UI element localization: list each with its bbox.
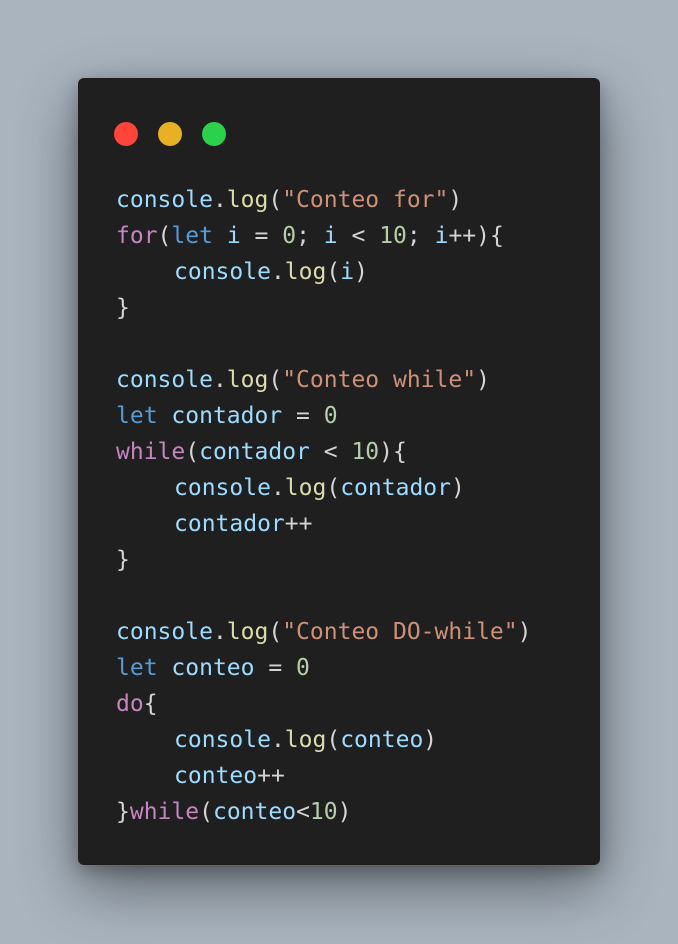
code-line-16: console.log(conteo) xyxy=(174,727,438,753)
code-line-7: let contador = 0 xyxy=(116,403,338,429)
code-line-2: for(let i = 0; i < 10; i++){ xyxy=(116,223,504,249)
code-line-18: }while(conteo<10) xyxy=(116,799,352,825)
zoom-dot-icon[interactable] xyxy=(202,122,226,146)
minimize-dot-icon[interactable] xyxy=(158,122,182,146)
code-line-14: let conteo = 0 xyxy=(116,655,310,681)
code-line-10: contador++ xyxy=(174,511,313,537)
code-window: console.log("Conteo for") for(let i = 0; … xyxy=(78,78,600,865)
code-line-6: console.log("Conteo while") xyxy=(116,367,490,393)
code-line-15: do{ xyxy=(116,691,158,717)
code-block: console.log("Conteo for") for(let i = 0; … xyxy=(116,182,531,830)
code-line-17: conteo++ xyxy=(174,763,285,789)
code-line-8: while(contador < 10){ xyxy=(116,439,407,465)
code-line-13: console.log("Conteo DO-while") xyxy=(116,619,532,645)
code-line-11: } xyxy=(116,547,130,573)
close-dot-icon[interactable] xyxy=(114,122,138,146)
code-line-1: console.log("Conteo for") xyxy=(116,187,463,213)
code-line-4: } xyxy=(116,295,130,321)
code-line-3: console.log(i) xyxy=(174,259,368,285)
code-line-9: console.log(contador) xyxy=(174,475,465,501)
